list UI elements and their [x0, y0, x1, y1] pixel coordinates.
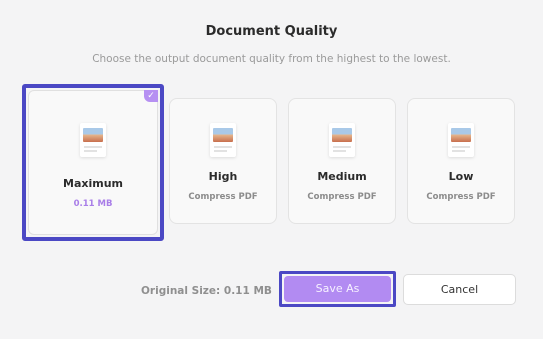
document-image-icon	[448, 123, 474, 157]
cancel-button[interactable]: Cancel	[403, 274, 516, 305]
dialog-title: Document Quality	[205, 24, 338, 39]
document-image-icon	[210, 123, 236, 157]
save-as-button[interactable]: Save As	[284, 276, 391, 302]
quality-option-maximum-body: ✓ Maximum 0.11 MB	[28, 90, 158, 235]
document-image-icon	[329, 123, 355, 157]
checkmark-icon: ✓	[144, 90, 158, 102]
quality-option-label: Maximum	[63, 177, 123, 190]
dialog-subtitle: Choose the output document quality from …	[92, 53, 451, 65]
quality-option-high[interactable]: High Compress PDF	[169, 98, 277, 224]
quality-option-label: Low	[448, 170, 474, 183]
save-as-button-focus-ring: Save As	[279, 271, 396, 307]
quality-option-label: Medium	[317, 170, 367, 183]
quality-option-detail: Compress PDF	[426, 192, 496, 202]
quality-option-label: High	[208, 170, 238, 183]
quality-option-detail: Compress PDF	[188, 192, 258, 202]
document-image-icon	[80, 123, 106, 157]
quality-option-maximum[interactable]: ✓ Maximum 0.11 MB	[22, 84, 164, 241]
quality-option-size: 0.11 MB	[73, 199, 113, 209]
quality-option-low[interactable]: Low Compress PDF	[407, 98, 515, 224]
quality-option-detail: Compress PDF	[307, 192, 377, 202]
original-size-text: Original Size: 0.11 MB	[141, 285, 272, 297]
quality-option-medium[interactable]: Medium Compress PDF	[288, 98, 396, 224]
